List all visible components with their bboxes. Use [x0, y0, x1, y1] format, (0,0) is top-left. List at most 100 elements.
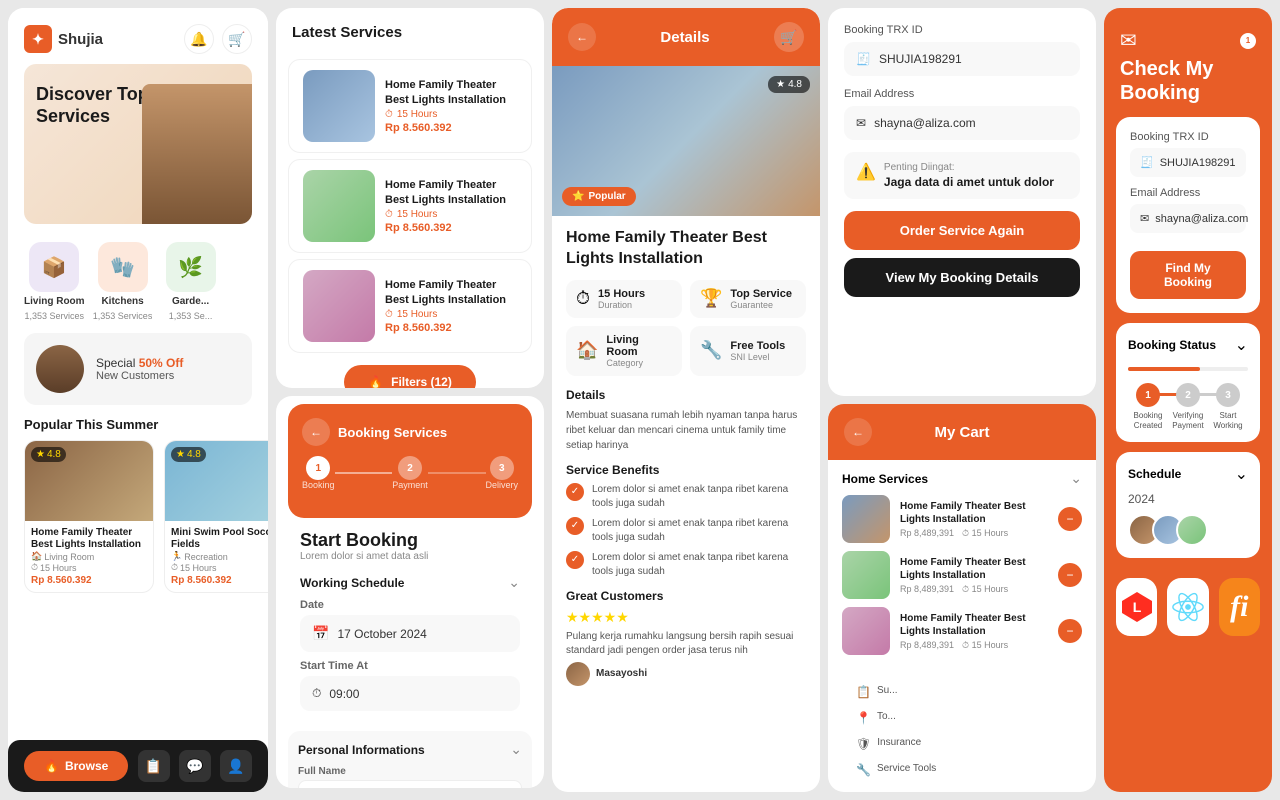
booking-steps: 1 Booking 2 Payment 3 Delivery — [302, 456, 518, 490]
category-kitchens[interactable]: 🧤 Kitchens 1,353 Services — [93, 242, 153, 321]
popular-card-image-0: ★ 4.8 — [25, 441, 153, 521]
view-booking-button[interactable]: View My Booking Details — [844, 258, 1080, 297]
popular-section-title: Popular This Summer — [8, 409, 268, 436]
status-step-3-label: StartWorking — [1213, 411, 1242, 430]
app-name: Shujia — [58, 31, 103, 48]
react-logo — [1167, 578, 1208, 636]
booking-form: ← Booking Services 1 Booking 2 Payment 3… — [288, 404, 532, 518]
personal-info-title: Personal Informations — [298, 743, 425, 757]
schedule-date: 2024 — [1128, 492, 1248, 506]
booking-back-button[interactable]: ← — [302, 418, 330, 446]
schedule-section-header[interactable]: Working Schedule ⌄ — [300, 574, 520, 591]
services-header: Latest Services — [276, 8, 544, 53]
service-card-0[interactable]: Home Family Theater Best Lights Installa… — [288, 59, 532, 153]
check-email-value: ✉ shayna@aliza.com — [1130, 204, 1246, 233]
category-living-room[interactable]: 📦 Living Room 1,353 Services — [24, 242, 85, 321]
guarantee-label: Guarantee — [730, 300, 792, 310]
service-price-1: Rp 8.560.392 — [385, 222, 517, 234]
reviewer-0: Masayoshi — [566, 662, 806, 686]
booking-status-header: Booking Status ⌄ — [1128, 335, 1248, 355]
service-meta-2: ⏱ 15 Hours — [385, 309, 517, 320]
personal-info-header[interactable]: Personal Informations ⌄ — [298, 741, 522, 758]
services-booking-col: Latest Services Home Family Theater Best… — [276, 8, 544, 792]
service-card-1[interactable]: Home Family Theater Best Lights Installa… — [288, 159, 532, 253]
info-card-1: 🏆 Top Service Guarantee — [690, 280, 806, 318]
nav-list-button[interactable]: 📋 — [138, 750, 170, 782]
cart-item-meta-0: Rp 8,489,391 ⏱ 15 Hours — [900, 528, 1048, 539]
details-back-button[interactable]: ← — [568, 23, 596, 51]
service-info-1: Home Family Theater Best Lights Installa… — [385, 178, 517, 234]
duration-icon: ⏱ — [576, 288, 590, 309]
cart-remove-button-2[interactable]: − — [1058, 619, 1082, 643]
booking-to-label: To... — [877, 711, 1068, 725]
find-booking-button[interactable]: Find My Booking — [1130, 251, 1246, 299]
service-price-0: Rp 8.560.392 — [385, 122, 517, 134]
logo-icon: ✦ — [24, 25, 52, 53]
home-panel: ✦ Shujia 🔔 🛒 Discover Top Home Services … — [8, 8, 268, 792]
review-stars-0: ★★★★★ — [566, 609, 806, 626]
nav-profile-button[interactable]: 👤 — [220, 750, 252, 782]
popular-card-body-0: Home Family Theater Best Lights Installa… — [25, 521, 153, 592]
cart-button[interactable]: 🛒 — [222, 24, 252, 54]
cart-section-label: Home Services — [842, 472, 928, 486]
popular-sub-0: 🏠 Living Room — [31, 551, 147, 562]
booking-sub-icon: 📋 — [856, 685, 871, 699]
cart-back-button[interactable]: ← — [844, 418, 872, 446]
schedule-people-photos — [1128, 514, 1248, 546]
service-thumb-img-1 — [303, 170, 375, 242]
benefit-text-2: Lorem dolor si amet enak tanpa ribet kar… — [592, 551, 806, 579]
nav-chat-button[interactable]: 💬 — [179, 750, 211, 782]
step-2-label: Payment — [392, 480, 428, 490]
check-booking-form: Booking TRX ID 🧾 SHUJIA198291 Email Addr… — [1116, 117, 1260, 313]
status-steps: 1 BookingCreated 2 VerifyingPayment 3 St… — [1128, 383, 1248, 430]
booking-status-section: Booking Status ⌄ 1 BookingCreated 2 Veri… — [1116, 323, 1260, 442]
date-field[interactable]: 📅 17 October 2024 — [300, 615, 520, 652]
mail-icon: ✉ — [856, 116, 866, 130]
details-cart-button[interactable]: 🛒 — [774, 22, 804, 52]
popular-sub-1: 🏃 Recreation — [171, 551, 268, 562]
service-thumb-0 — [303, 70, 375, 142]
category-garden[interactable]: 🌿 Garde... 1,353 Se... — [161, 242, 221, 321]
trx-label: Booking TRX ID — [844, 24, 1080, 36]
status-progress-bar — [1128, 367, 1248, 371]
notification-button[interactable]: 🔔 — [184, 24, 214, 54]
full-name-input[interactable]: 👤 Write your complete name — [298, 780, 522, 788]
check-email-icon: ✉ — [1140, 212, 1149, 225]
benefits-section-title: Service Benefits — [566, 463, 806, 477]
filter-button[interactable]: 🔥 Filters (12) — [344, 365, 476, 388]
browse-button[interactable]: 🔥 Browse — [24, 751, 128, 781]
service-hero-image: ★ 4.8 ⭐ Popular — [552, 66, 820, 216]
order-again-button[interactable]: Order Service Again — [844, 211, 1080, 250]
service-thumb-img-2 — [303, 270, 375, 342]
service-thumb-img-0 — [303, 70, 375, 142]
cart-item-image-1 — [842, 551, 890, 599]
step-3-dot: 3 — [490, 456, 514, 480]
popular-card-0[interactable]: ★ 4.8 Home Family Theater Best Lights In… — [24, 440, 154, 593]
garden-icon: 🌿 — [166, 242, 216, 292]
promo-person-image — [36, 345, 84, 393]
step-line-1 — [335, 472, 393, 474]
cat-label-0: Living Room — [24, 296, 85, 307]
service-meta-1: ⏱ 15 Hours — [385, 209, 517, 220]
benefit-1: ✓ Lorem dolor si amet enak tanpa ribet k… — [566, 517, 806, 545]
check-icon-0: ✓ — [566, 483, 584, 501]
details-panel: ← Details 🛒 ★ 4.8 ⭐ Popular Home Family … — [552, 8, 820, 792]
cart-item-1: Home Family Theater Best Lights Installa… — [842, 551, 1082, 599]
cart-remove-button-1[interactable]: − — [1058, 563, 1082, 587]
cart-item-title-2: Home Family Theater Best Lights Installa… — [900, 612, 1048, 638]
service-tools-label: Service Tools — [877, 763, 1068, 777]
guarantee-value: Top Service — [730, 288, 792, 300]
full-name-label: Full Name — [298, 766, 522, 777]
time-field[interactable]: ⏱ 09:00 — [300, 676, 520, 711]
service-card-2[interactable]: Home Family Theater Best Lights Installa… — [288, 259, 532, 353]
service-thumb-2 — [303, 270, 375, 342]
booking-sub-label: Su... — [877, 685, 1068, 699]
trx-value-field: 🧾 SHUJIA198291 — [844, 42, 1080, 76]
cart-remove-button-0[interactable]: − — [1058, 507, 1082, 531]
customers-title: Great Customers — [566, 589, 806, 603]
hero-rating-badge: ★ 4.8 — [768, 76, 810, 93]
popular-card-1[interactable]: ★ 4.8 Mini Swim Pool Soccer Fields 🏃 Rec… — [164, 440, 268, 593]
promo-special: Special 50% Off — [96, 356, 183, 370]
cart-item-info-2: Home Family Theater Best Lights Installa… — [900, 612, 1048, 651]
kitchens-icon: 🧤 — [98, 242, 148, 292]
